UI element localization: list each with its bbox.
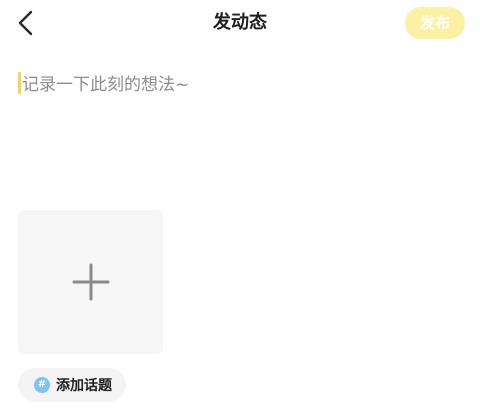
plus-icon — [72, 263, 109, 301]
hashtag-icon: # — [34, 377, 50, 393]
compose-post-page: 发动态 发布 记录一下此刻的想法~ # 添加话题 — [0, 0, 480, 419]
add-topic-button[interactable]: # 添加话题 — [18, 368, 126, 402]
publish-button[interactable]: 发布 — [405, 7, 465, 39]
top-bar: 发动态 发布 — [0, 0, 480, 50]
add-topic-label: 添加话题 — [56, 378, 112, 394]
add-image-button[interactable] — [18, 210, 163, 354]
post-text-input[interactable] — [18, 70, 462, 180]
text-cursor — [18, 72, 21, 94]
